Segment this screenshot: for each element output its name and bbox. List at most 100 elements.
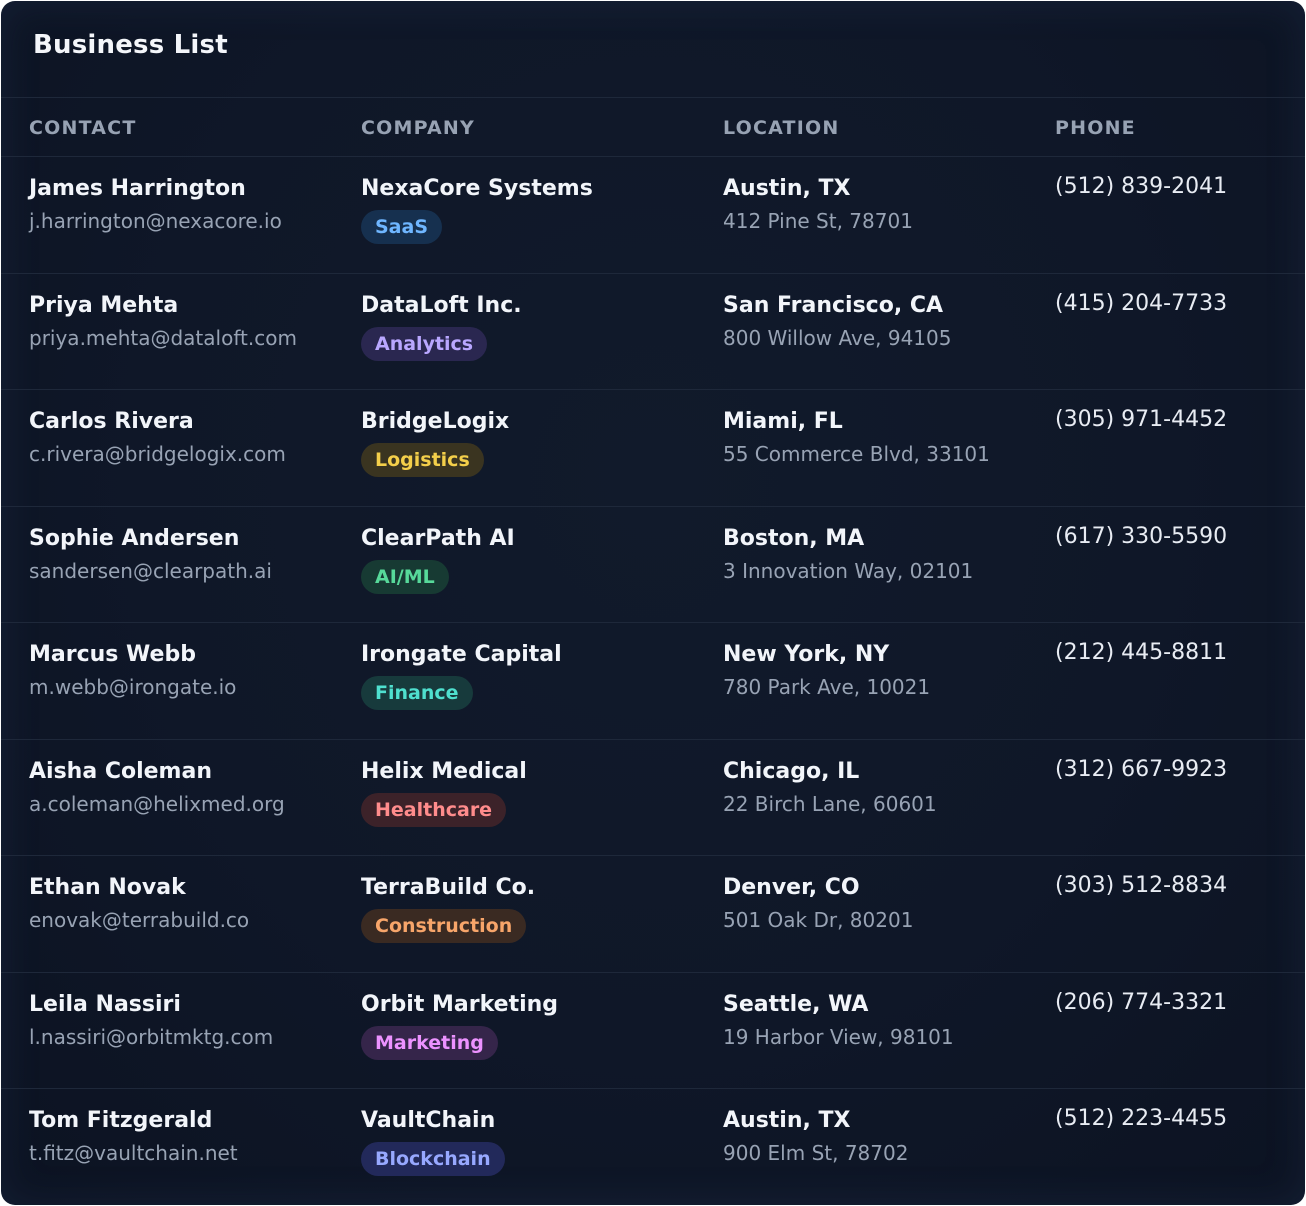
contact-name: Leila Nassiri (29, 991, 181, 1017)
company-cell: DataLoft Inc. Analytics (361, 292, 701, 361)
contact-cell: Tom Fitzgerald t.fitz@vaultchain.net (29, 1107, 349, 1166)
company-name: ClearPath AI (361, 525, 515, 551)
company-cell: Helix Medical Healthcare (361, 758, 701, 827)
table-header: CONTACT COMPANY LOCATION PHONE (1, 98, 1305, 157)
location-cell: Austin, TX 900 Elm St, 78702 (723, 1107, 1043, 1166)
contact-name: Marcus Webb (29, 642, 196, 667)
contact-name: Carlos Rivera (29, 409, 194, 434)
location-address: 55 Commerce Blvd, 33101 (723, 442, 990, 466)
contact-name: Ethan Novak (29, 875, 186, 900)
location-cell: San Francisco, CA 800 Willow Ave, 94105 (723, 292, 1043, 351)
location-cell: Seattle, WA 19 Harbor View, 98101 (723, 991, 1043, 1050)
phone-cell: (303) 512-8834 (1055, 872, 1295, 900)
phone-number[interactable]: (617) 330-5590 (1055, 523, 1295, 551)
contact-email[interactable]: t.fitz@vaultchain.net (29, 1140, 349, 1166)
location-city: Chicago, IL (723, 758, 860, 784)
contact-email[interactable]: a.coleman@helixmed.org (29, 791, 349, 817)
contact-email[interactable]: sandersen@clearpath.ai (29, 558, 349, 584)
contact-cell: Aisha Coleman a.coleman@helixmed.org (29, 758, 349, 817)
phone-number[interactable]: (206) 774-3321 (1055, 989, 1295, 1017)
company-cell: Irongate Capital Finance (361, 641, 701, 710)
contact-email[interactable]: c.rivera@bridgelogix.com (29, 441, 349, 467)
industry-badge: Construction (361, 909, 527, 943)
industry-badge: SaaS (361, 210, 443, 244)
table-row[interactable]: Priya Mehta priya.mehta@dataloft.com Dat… (1, 274, 1305, 390)
company-name: Orbit Marketing (361, 991, 559, 1017)
location-city: New York, NY (723, 642, 890, 667)
contact-cell: Sophie Andersen sandersen@clearpath.ai (29, 525, 349, 584)
contact-email[interactable]: l.nassiri@orbitmktg.com (29, 1024, 349, 1050)
industry-badge: Blockchain (361, 1142, 505, 1176)
table-row[interactable]: Sophie Andersen sandersen@clearpath.ai C… (1, 507, 1305, 623)
location-city: Austin, TX (723, 176, 851, 201)
page-title: Business List (33, 30, 228, 60)
contact-email[interactable]: m.webb@irongate.io (29, 674, 349, 700)
company-name: BridgeLogix (361, 409, 510, 434)
contact-name: Priya Mehta (29, 292, 179, 318)
location-city: San Francisco, CA (723, 292, 944, 318)
location-cell: Denver, CO 501 Oak Dr, 80201 (723, 874, 1043, 933)
table-row[interactable]: Ethan Novak enovak@terrabuild.co TerraBu… (1, 856, 1305, 973)
location-city: Austin, TX (723, 1108, 851, 1133)
phone-number[interactable]: (415) 204-7733 (1055, 290, 1295, 318)
table-body: James Harrington j.harrington@nexacore.i… (1, 157, 1305, 1205)
contact-email[interactable]: priya.mehta@dataloft.com (29, 325, 349, 351)
industry-badge: Finance (361, 676, 473, 710)
table-row[interactable]: Tom Fitzgerald t.fitz@vaultchain.net Vau… (1, 1089, 1305, 1205)
location-address: 3 Innovation Way, 02101 (723, 558, 974, 583)
column-header-phone[interactable]: PHONE (1055, 117, 1136, 139)
phone-cell: (617) 330-5590 (1055, 523, 1295, 551)
phone-number[interactable]: (305) 971-4452 (1055, 406, 1295, 434)
contact-cell: Carlos Rivera c.rivera@bridgelogix.com (29, 408, 349, 467)
location-address: 22 Birch Lane, 60601 (723, 791, 937, 816)
phone-number[interactable]: (212) 445-8811 (1055, 639, 1295, 667)
contact-cell: James Harrington j.harrington@nexacore.i… (29, 175, 349, 234)
location-cell: Chicago, IL 22 Birch Lane, 60601 (723, 758, 1043, 817)
contact-name: Tom Fitzgerald (29, 1108, 213, 1133)
location-city: Miami, FL (723, 409, 843, 434)
phone-number[interactable]: (303) 512-8834 (1055, 872, 1295, 900)
company-cell: TerraBuild Co. Construction (361, 874, 701, 943)
phone-cell: (512) 223-4455 (1055, 1105, 1295, 1133)
table-row[interactable]: Aisha Coleman a.coleman@helixmed.org Hel… (1, 740, 1305, 856)
location-cell: Miami, FL 55 Commerce Blvd, 33101 (723, 408, 1043, 467)
table-row[interactable]: James Harrington j.harrington@nexacore.i… (1, 157, 1305, 274)
phone-cell: (415) 204-7733 (1055, 290, 1295, 318)
contact-name: Aisha Coleman (29, 758, 212, 784)
industry-badge: Marketing (361, 1025, 498, 1060)
company-cell: BridgeLogix Logistics (361, 408, 701, 477)
business-list-card: Business List CONTACT COMPANY LOCATION P… (1, 1, 1305, 1205)
company-cell: ClearPath AI AI/ML (361, 525, 701, 594)
location-city: Denver, CO (723, 875, 860, 900)
location-address: 501 Oak Dr, 80201 (723, 908, 914, 932)
column-header-company[interactable]: COMPANY (361, 117, 475, 139)
contact-cell: Marcus Webb m.webb@irongate.io (29, 641, 349, 700)
contact-cell: Ethan Novak enovak@terrabuild.co (29, 874, 349, 933)
contact-name: Sophie Andersen (29, 525, 240, 551)
company-cell: NexaCore Systems SaaS (361, 175, 701, 244)
table-row[interactable]: Leila Nassiri l.nassiri@orbitmktg.com Or… (1, 973, 1305, 1089)
contact-name: James Harrington (29, 176, 246, 201)
industry-badge: AI/ML (361, 559, 449, 594)
contact-email[interactable]: j.harrington@nexacore.io (29, 208, 349, 234)
location-address: 412 Pine St, 78701 (723, 209, 913, 233)
table-row[interactable]: Marcus Webb m.webb@irongate.io Irongate … (1, 623, 1305, 740)
phone-cell: (212) 445-8811 (1055, 639, 1295, 667)
location-cell: Austin, TX 412 Pine St, 78701 (723, 175, 1043, 234)
company-name: Irongate Capital (361, 642, 562, 667)
phone-number[interactable]: (512) 223-4455 (1055, 1105, 1295, 1133)
location-address: 780 Park Ave, 10021 (723, 675, 931, 699)
phone-number[interactable]: (312) 667-9923 (1055, 756, 1295, 784)
column-header-contact[interactable]: CONTACT (29, 117, 137, 139)
phone-cell: (305) 971-4452 (1055, 406, 1295, 434)
contact-email[interactable]: enovak@terrabuild.co (29, 907, 349, 933)
location-address: 800 Willow Ave, 94105 (723, 325, 952, 350)
column-header-location[interactable]: LOCATION (723, 117, 839, 139)
table-row[interactable]: Carlos Rivera c.rivera@bridgelogix.com B… (1, 390, 1305, 507)
phone-cell: (512) 839-2041 (1055, 173, 1295, 201)
location-cell: Boston, MA 3 Innovation Way, 02101 (723, 525, 1043, 584)
phone-number[interactable]: (512) 839-2041 (1055, 173, 1295, 201)
company-cell: VaultChain Blockchain (361, 1107, 701, 1176)
contact-cell: Leila Nassiri l.nassiri@orbitmktg.com (29, 991, 349, 1050)
location-address: 900 Elm St, 78702 (723, 1141, 909, 1165)
